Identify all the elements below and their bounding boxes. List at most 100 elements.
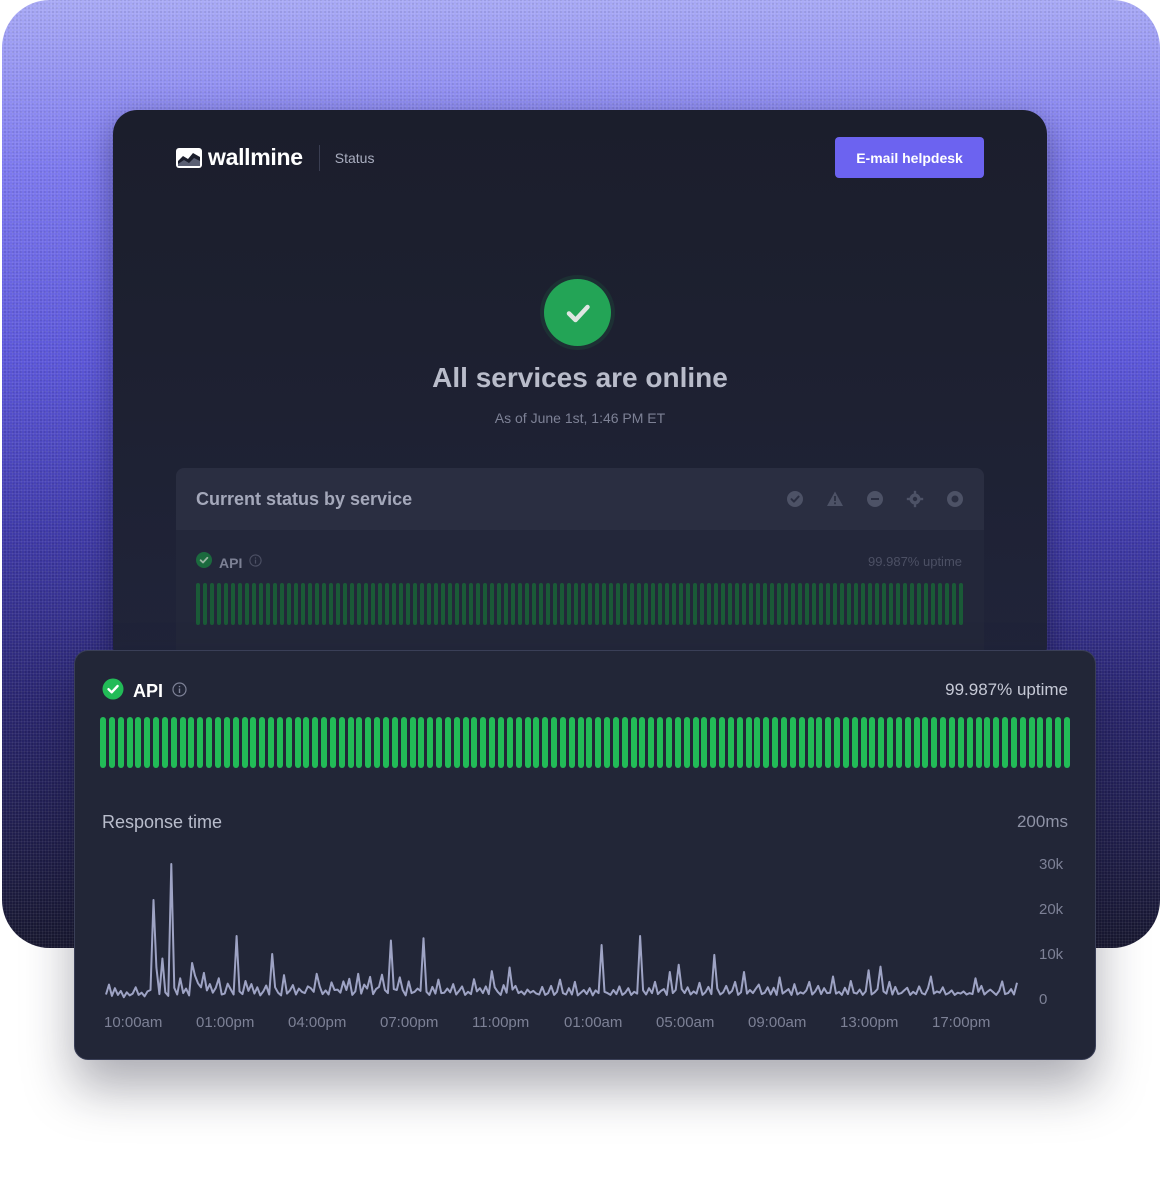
uptime-bar[interactable] xyxy=(252,583,256,625)
uptime-bar[interactable] xyxy=(812,583,816,625)
uptime-bar[interactable] xyxy=(469,583,473,625)
uptime-bar[interactable] xyxy=(406,583,410,625)
uptime-bar[interactable] xyxy=(910,583,914,625)
uptime-bar[interactable] xyxy=(847,583,851,625)
uptime-bar[interactable] xyxy=(196,583,200,625)
uptime-bar[interactable] xyxy=(805,583,809,625)
uptime-bar[interactable] xyxy=(378,583,382,625)
uptime-bar[interactable] xyxy=(721,583,725,625)
uptime-bar[interactable] xyxy=(273,583,277,625)
unknown-icon[interactable] xyxy=(946,490,964,508)
service-row-api[interactable]: API xyxy=(196,552,262,573)
uptime-bar[interactable] xyxy=(357,583,361,625)
uptime-bar[interactable] xyxy=(756,583,760,625)
uptime-bar[interactable] xyxy=(854,583,858,625)
uptime-bar[interactable] xyxy=(833,583,837,625)
uptime-bar[interactable] xyxy=(728,583,732,625)
uptime-bar[interactable] xyxy=(707,583,711,625)
uptime-bar[interactable] xyxy=(637,583,641,625)
uptime-bar[interactable] xyxy=(553,583,557,625)
uptime-bar[interactable] xyxy=(735,583,739,625)
uptime-bar[interactable] xyxy=(665,583,669,625)
uptime-bar[interactable] xyxy=(945,583,949,625)
uptime-bar[interactable] xyxy=(364,583,368,625)
uptime-bar[interactable] xyxy=(868,583,872,625)
uptime-bar[interactable] xyxy=(581,583,585,625)
uptime-bar[interactable] xyxy=(791,583,795,625)
uptime-bar[interactable] xyxy=(413,583,417,625)
uptime-bar[interactable] xyxy=(861,583,865,625)
uptime-bar[interactable] xyxy=(546,583,550,625)
uptime-bar[interactable] xyxy=(763,583,767,625)
uptime-bar[interactable] xyxy=(322,583,326,625)
uptime-bar[interactable] xyxy=(532,583,536,625)
uptime-bar[interactable] xyxy=(476,583,480,625)
uptime-bar[interactable] xyxy=(616,583,620,625)
uptime-bar[interactable] xyxy=(455,583,459,625)
uptime-bar[interactable] xyxy=(882,583,886,625)
uptime-bar[interactable] xyxy=(889,583,893,625)
uptime-bar[interactable] xyxy=(826,583,830,625)
uptime-bar[interactable] xyxy=(462,583,466,625)
uptime-bar[interactable] xyxy=(952,583,956,625)
uptime-bar[interactable] xyxy=(231,583,235,625)
uptime-bar[interactable] xyxy=(315,583,319,625)
uptime-bar[interactable] xyxy=(931,583,935,625)
uptime-bar[interactable] xyxy=(266,583,270,625)
uptime-bar[interactable] xyxy=(959,583,963,625)
uptime-bar[interactable] xyxy=(714,583,718,625)
uptime-bar[interactable] xyxy=(371,583,375,625)
uptime-bar[interactable] xyxy=(903,583,907,625)
uptime-bar[interactable] xyxy=(385,583,389,625)
uptime-bar[interactable] xyxy=(770,583,774,625)
uptime-bar[interactable] xyxy=(658,583,662,625)
uptime-bar[interactable] xyxy=(602,583,606,625)
uptime-bar[interactable] xyxy=(819,583,823,625)
uptime-bar[interactable] xyxy=(875,583,879,625)
uptime-bar[interactable] xyxy=(217,583,221,625)
uptime-bar[interactable] xyxy=(490,583,494,625)
uptime-bar[interactable] xyxy=(483,583,487,625)
uptime-bar[interactable] xyxy=(504,583,508,625)
uptime-bar[interactable] xyxy=(700,583,704,625)
outage-icon[interactable] xyxy=(866,490,884,508)
uptime-bar[interactable] xyxy=(259,583,263,625)
uptime-bar[interactable] xyxy=(434,583,438,625)
uptime-bar[interactable] xyxy=(840,583,844,625)
uptime-bar[interactable] xyxy=(798,583,802,625)
uptime-bar[interactable] xyxy=(511,583,515,625)
uptime-bar[interactable] xyxy=(350,583,354,625)
uptime-bar[interactable] xyxy=(336,583,340,625)
uptime-bar[interactable] xyxy=(917,583,921,625)
uptime-bar[interactable] xyxy=(497,583,501,625)
uptime-bar[interactable] xyxy=(399,583,403,625)
uptime-bar[interactable] xyxy=(448,583,452,625)
uptime-bar[interactable] xyxy=(679,583,683,625)
uptime-bar[interactable] xyxy=(672,583,676,625)
uptime-bar[interactable] xyxy=(294,583,298,625)
uptime-bar[interactable] xyxy=(343,583,347,625)
uptime-bar[interactable] xyxy=(630,583,634,625)
uptime-bar[interactable] xyxy=(203,583,207,625)
uptime-bar[interactable] xyxy=(784,583,788,625)
email-helpdesk-button[interactable]: E-mail helpdesk xyxy=(835,137,984,178)
uptime-bar[interactable] xyxy=(560,583,564,625)
uptime-bar[interactable] xyxy=(588,583,592,625)
uptime-bar[interactable] xyxy=(567,583,571,625)
uptime-bar[interactable] xyxy=(301,583,305,625)
uptime-bar[interactable] xyxy=(280,583,284,625)
uptime-bar[interactable] xyxy=(623,583,627,625)
uptime-bar[interactable] xyxy=(938,583,942,625)
uptime-bar[interactable] xyxy=(420,583,424,625)
uptime-bar[interactable] xyxy=(896,583,900,625)
warning-icon[interactable] xyxy=(826,490,844,508)
uptime-bar[interactable] xyxy=(525,583,529,625)
uptime-bar[interactable] xyxy=(693,583,697,625)
uptime-bar[interactable] xyxy=(329,583,333,625)
uptime-bar[interactable] xyxy=(539,583,543,625)
uptime-bar[interactable] xyxy=(427,583,431,625)
brand-logo[interactable]: wallmine Status xyxy=(176,144,374,171)
uptime-bar[interactable] xyxy=(742,583,746,625)
uptime-bar[interactable] xyxy=(287,583,291,625)
uptime-bar[interactable] xyxy=(749,583,753,625)
